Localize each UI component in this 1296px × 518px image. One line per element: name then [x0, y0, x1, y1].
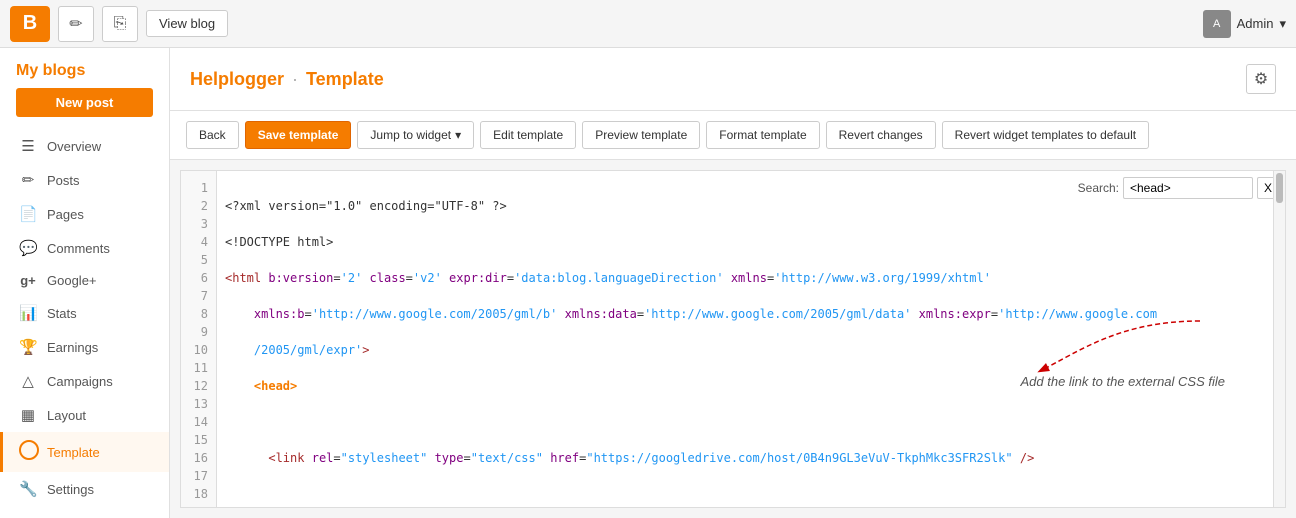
admin-chevron-icon: ▾ — [1279, 16, 1286, 32]
my-blogs-label[interactable]: My blogs — [0, 48, 169, 88]
sidebar-item-comments[interactable]: 💬 Comments — [0, 231, 169, 265]
settings-gear-icon[interactable]: ⚙ — [1246, 64, 1276, 94]
search-bar: Search: X — [1078, 177, 1279, 199]
sidebar-item-label: Pages — [47, 207, 84, 222]
admin-menu[interactable]: A Admin ▾ — [1203, 10, 1286, 38]
pencil-icon[interactable]: ✏ — [58, 6, 94, 42]
sidebar-item-label: Overview — [47, 139, 101, 154]
page-title: Template — [306, 69, 384, 90]
sidebar-item-campaigns[interactable]: △ Campaigns — [0, 364, 169, 398]
stats-icon: 📊 — [19, 304, 37, 322]
search-input[interactable] — [1123, 177, 1253, 199]
back-button[interactable]: Back — [186, 121, 239, 149]
settings-icon: 🔧 — [19, 480, 37, 498]
save-template-button[interactable]: Save template — [245, 121, 352, 149]
edit-template-button[interactable]: Edit template — [480, 121, 576, 149]
template-circle-icon — [19, 440, 39, 460]
overview-icon: ☰ — [19, 137, 37, 155]
code-editor: 1 2 3 4 5 6 7 8 9 10 11 12 13 14 15 16 1… — [180, 170, 1286, 508]
copy-icon[interactable]: ⎘ — [102, 6, 138, 42]
admin-label: Admin — [1237, 16, 1274, 31]
sidebar-item-stats[interactable]: 📊 Stats — [0, 296, 169, 330]
sidebar-item-earnings[interactable]: 🏆 Earnings — [0, 330, 169, 364]
sidebar-item-pages[interactable]: 📄 Pages — [0, 197, 169, 231]
sidebar-item-label: Template — [47, 445, 100, 460]
search-label: Search: — [1078, 181, 1119, 195]
campaigns-icon: △ — [19, 372, 37, 390]
sidebar-item-settings[interactable]: 🔧 Settings — [0, 472, 169, 506]
sidebar-item-label: Campaigns — [47, 374, 113, 389]
line-numbers: 1 2 3 4 5 6 7 8 9 10 11 12 13 14 15 16 1… — [181, 171, 217, 507]
sidebar-item-layout[interactable]: ▦ Layout — [0, 398, 169, 432]
vertical-scrollbar[interactable] — [1273, 171, 1285, 507]
template-icon — [19, 440, 37, 464]
jump-chevron-icon: ▾ — [455, 128, 461, 142]
sidebar-item-template[interactable]: Template — [0, 432, 169, 472]
google-plus-icon: g+ — [19, 273, 37, 288]
sidebar-item-posts[interactable]: ✏ Posts — [0, 163, 169, 197]
sidebar-item-label: Stats — [47, 306, 77, 321]
view-blog-button[interactable]: View blog — [146, 10, 228, 37]
format-template-button[interactable]: Format template — [706, 121, 819, 149]
earnings-icon: 🏆 — [19, 338, 37, 356]
new-post-button[interactable]: New post — [16, 88, 153, 117]
blogger-logo[interactable]: B — [10, 6, 50, 42]
revert-changes-button[interactable]: Revert changes — [826, 121, 936, 149]
sidebar-item-label: Settings — [47, 482, 94, 497]
breadcrumb: Helplogger · Template — [190, 69, 384, 90]
sidebar-item-label: Layout — [47, 408, 86, 423]
sidebar-item-label: Comments — [47, 241, 110, 256]
jump-to-widget-button[interactable]: Jump to widget ▾ — [357, 121, 474, 149]
content-area: Helplogger · Template ⚙ Back Save templa… — [170, 48, 1296, 518]
sidebar-item-overview[interactable]: ☰ Overview — [0, 129, 169, 163]
preview-template-button[interactable]: Preview template — [582, 121, 700, 149]
code-text[interactable]: <?xml version="1.0" encoding="UTF-8" ?> … — [217, 171, 1273, 507]
pages-icon: 📄 — [19, 205, 37, 223]
posts-icon: ✏ — [19, 171, 37, 189]
revert-widget-templates-button[interactable]: Revert widget templates to default — [942, 121, 1149, 149]
content-header: Helplogger · Template ⚙ — [170, 48, 1296, 111]
sidebar-item-label: Google+ — [47, 273, 97, 288]
sidebar-item-label: Posts — [47, 173, 80, 188]
admin-avatar: A — [1203, 10, 1231, 38]
sidebar-item-label: Earnings — [47, 340, 98, 355]
sidebar-item-google-plus[interactable]: g+ Google+ — [0, 265, 169, 296]
breadcrumb-separator: · — [292, 69, 298, 90]
jump-label: Jump to widget — [370, 128, 451, 142]
blog-name: Helplogger — [190, 69, 284, 90]
comments-icon: 💬 — [19, 239, 37, 257]
sidebar: My blogs New post ☰ Overview ✏ Posts 📄 P… — [0, 48, 170, 518]
toolbar: Back Save template Jump to widget ▾ Edit… — [170, 111, 1296, 160]
top-bar: B ✏ ⎘ View blog A Admin ▾ — [0, 0, 1296, 48]
layout-icon: ▦ — [19, 406, 37, 424]
scrollbar-thumb[interactable] — [1276, 173, 1283, 203]
